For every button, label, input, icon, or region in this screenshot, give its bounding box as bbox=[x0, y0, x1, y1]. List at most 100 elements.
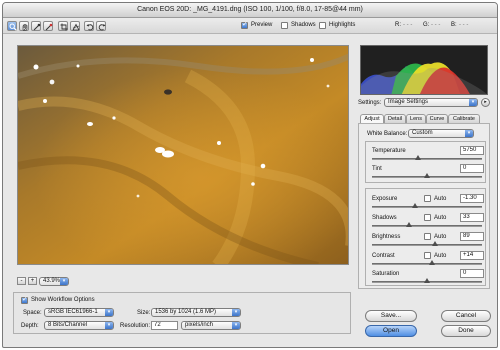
exposure-slider[interactable] bbox=[372, 203, 482, 208]
tint-field[interactable]: 0 bbox=[460, 164, 484, 173]
settings-label: Settings: bbox=[358, 100, 382, 106]
resolution-label: Resolution: bbox=[120, 323, 151, 329]
open-button[interactable]: Open bbox=[365, 325, 417, 337]
settings-value: Image Settings bbox=[388, 99, 429, 105]
exposure-field[interactable]: -1.30 bbox=[460, 194, 484, 203]
show-workflow-checkbox[interactable] bbox=[21, 295, 28, 304]
chevron-down-icon: ▾ bbox=[105, 322, 113, 329]
rotate-left-icon[interactable] bbox=[84, 21, 94, 31]
shadows-label: Shadows bbox=[291, 22, 316, 28]
zoom-tool-icon[interactable] bbox=[7, 21, 17, 31]
brightness-label: Brightness bbox=[372, 234, 401, 240]
readout-r-label: R: bbox=[395, 22, 401, 28]
show-workflow-label: Show Workflow Options bbox=[31, 297, 95, 303]
shadows-checkbox[interactable] bbox=[281, 22, 288, 29]
histogram bbox=[360, 45, 488, 95]
saturation-slider[interactable] bbox=[372, 278, 482, 283]
chevron-down-icon: ▾ bbox=[465, 130, 473, 137]
tab-calibrate[interactable]: Calibrate bbox=[448, 114, 480, 123]
depth-value: 8 Bits/Channel bbox=[48, 322, 88, 328]
tab-lens[interactable]: Lens bbox=[406, 114, 426, 123]
space-select[interactable]: sRGB IEC61966-1 ▾ bbox=[44, 308, 114, 317]
zoom-level-select[interactable]: 43.9% ▾ bbox=[39, 277, 69, 286]
image-preview[interactable] bbox=[17, 45, 349, 265]
shadows-slider[interactable] bbox=[372, 222, 482, 227]
preview-checkbox[interactable] bbox=[241, 20, 248, 29]
size-value: 1536 by 1024 (1.6 MP) bbox=[155, 309, 217, 315]
straighten-tool-icon[interactable] bbox=[70, 21, 80, 31]
slider-thumb[interactable] bbox=[424, 278, 430, 283]
white-balance-select[interactable]: Custom ▾ bbox=[408, 129, 474, 138]
resolution-unit-value: pixels/inch bbox=[185, 322, 214, 328]
color-sampler-tool-icon[interactable] bbox=[43, 21, 53, 31]
brightness-slider[interactable] bbox=[372, 241, 482, 246]
space-value: sRGB IEC61966-1 bbox=[48, 309, 98, 315]
slider-thumb[interactable] bbox=[412, 203, 418, 208]
readout-b-label: B: bbox=[451, 22, 457, 28]
done-button[interactable]: Done bbox=[441, 325, 491, 337]
window-title: Canon EOS 20D: _MG_4191.dng (ISO 100, 1/… bbox=[137, 6, 363, 13]
tab-detail[interactable]: Detail bbox=[384, 114, 406, 123]
readout-g-label: G: bbox=[423, 22, 430, 28]
temperature-field[interactable]: 5750 bbox=[460, 146, 484, 155]
space-label: Space: bbox=[23, 310, 42, 316]
resolution-field[interactable]: 72 bbox=[151, 321, 178, 330]
exposure-auto-label: Auto bbox=[434, 196, 447, 202]
chevron-down-icon: ▾ bbox=[105, 309, 113, 316]
cancel-button[interactable]: Cancel bbox=[441, 310, 491, 322]
brightness-auto-checkbox[interactable] bbox=[424, 233, 431, 240]
tint-label: Tint bbox=[372, 166, 382, 172]
highlights-checkbox[interactable] bbox=[319, 22, 326, 29]
slider-thumb[interactable] bbox=[406, 222, 412, 227]
contrast-slider[interactable] bbox=[372, 260, 482, 265]
readout-r-value: - - - bbox=[403, 22, 413, 28]
brightness-field[interactable]: 89 bbox=[460, 232, 484, 241]
crop-tool-icon[interactable] bbox=[58, 21, 68, 31]
white-balance-tool-icon[interactable] bbox=[31, 21, 41, 31]
slider-thumb[interactable] bbox=[429, 260, 435, 265]
exposure-auto-checkbox[interactable] bbox=[424, 195, 431, 202]
chevron-down-icon: ▾ bbox=[232, 309, 240, 316]
size-select[interactable]: 1536 by 1024 (1.6 MP) ▾ bbox=[151, 308, 241, 317]
contrast-field[interactable]: +14 bbox=[460, 251, 484, 260]
zoom-in-button[interactable]: + bbox=[28, 277, 37, 285]
temperature-label: Temperature bbox=[372, 148, 406, 154]
chevron-down-icon: ▾ bbox=[469, 99, 477, 106]
temperature-slider[interactable] bbox=[372, 155, 482, 160]
workflow-options-panel: Show Workflow Options Space: sRGB IEC619… bbox=[13, 292, 351, 334]
readout-b-value: - - - bbox=[459, 22, 469, 28]
preview-label: Preview bbox=[251, 22, 273, 28]
size-label: Size: bbox=[137, 310, 151, 316]
white-balance-group: Temperature 5750 Tint 0 bbox=[365, 141, 486, 183]
tab-curve[interactable]: Curve bbox=[426, 114, 448, 123]
save-button[interactable]: Save... bbox=[365, 310, 417, 322]
slider-thumb[interactable] bbox=[424, 173, 430, 178]
depth-select[interactable]: 8 Bits/Channel ▾ bbox=[44, 321, 114, 330]
slider-thumb[interactable] bbox=[432, 241, 438, 246]
tint-slider[interactable] bbox=[372, 173, 482, 178]
rotate-right-icon[interactable] bbox=[96, 21, 106, 31]
adjust-panel: White Balance: Custom ▾ Temperature 5750 … bbox=[358, 123, 490, 289]
depth-label: Depth: bbox=[21, 323, 39, 329]
saturation-label: Saturation bbox=[372, 271, 400, 277]
title-bar[interactable]: Canon EOS 20D: _MG_4191.dng (ISO 100, 1/… bbox=[3, 3, 497, 18]
shadows-auto-label: Auto bbox=[434, 215, 447, 221]
toolbar: Preview Shadows Highlights R: - - - G: -… bbox=[3, 18, 497, 34]
contrast-auto-label: Auto bbox=[434, 253, 447, 259]
hand-tool-icon[interactable] bbox=[19, 21, 29, 31]
resolution-unit-select[interactable]: pixels/inch ▾ bbox=[181, 321, 241, 330]
slider-thumb[interactable] bbox=[415, 155, 421, 160]
shadows-adjust-label: Shadows bbox=[372, 215, 397, 221]
saturation-field[interactable]: 0 bbox=[460, 269, 484, 278]
contrast-auto-checkbox[interactable] bbox=[424, 252, 431, 259]
camera-raw-window: Canon EOS 20D: _MG_4191.dng (ISO 100, 1/… bbox=[2, 2, 498, 348]
settings-menu-icon[interactable]: ▸ bbox=[481, 98, 490, 107]
shadows-auto-checkbox[interactable] bbox=[424, 214, 431, 221]
zoom-out-button[interactable]: - bbox=[17, 277, 26, 285]
white-balance-value: Custom bbox=[412, 130, 433, 136]
readout-g-value: - - - bbox=[431, 22, 441, 28]
white-balance-label: White Balance: bbox=[367, 131, 408, 137]
settings-select[interactable]: Image Settings ▾ bbox=[384, 98, 478, 107]
shadows-field[interactable]: 33 bbox=[460, 213, 484, 222]
tone-group: Exposure Auto -1.30 Shadows Auto 33 Brig… bbox=[365, 188, 486, 286]
